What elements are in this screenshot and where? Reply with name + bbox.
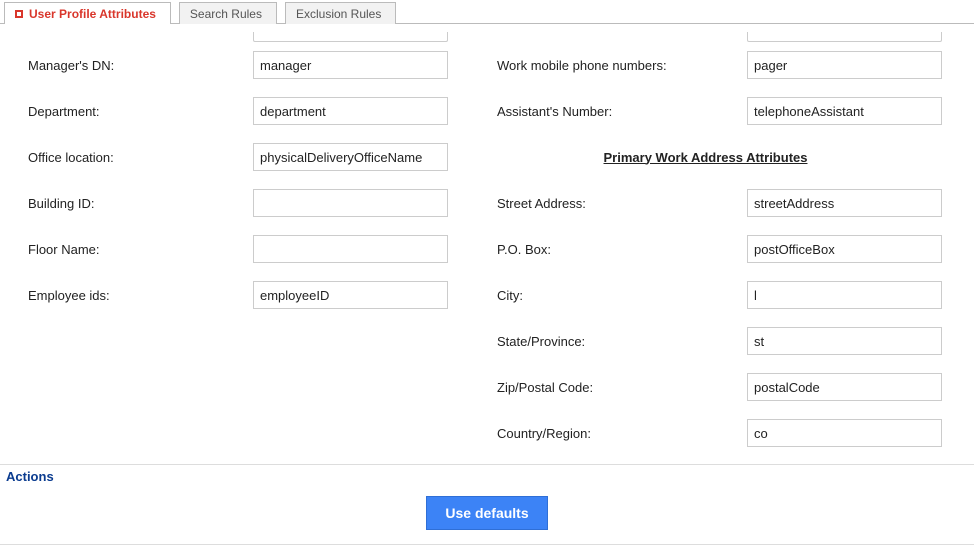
input-po-box[interactable] [747,235,942,263]
left-column: Manager's DN: Department: Office locatio… [0,42,487,456]
active-tab-marker-icon [15,10,23,18]
input-office-location[interactable] [253,143,448,171]
form-content: Manager's DN: Department: Office locatio… [0,24,974,456]
input-managers-dn[interactable] [253,51,448,79]
input-building-id[interactable] [253,189,448,217]
input-assistant-number[interactable] [747,97,942,125]
tab-exclusion-rules[interactable]: Exclusion Rules [285,2,396,24]
label-assistant-number: Assistant's Number: [497,104,747,119]
input-country[interactable] [747,419,942,447]
label-country: Country/Region: [497,426,747,441]
input-employee-ids[interactable] [253,281,448,309]
label-office-location: Office location: [28,150,253,165]
label-work-mobile: Work mobile phone numbers: [497,58,747,73]
label-department: Department: [28,104,253,119]
label-state: State/Province: [497,334,747,349]
tab-bar: User Profile Attributes Search Rules Exc… [0,0,974,24]
input-floor-name[interactable] [253,235,448,263]
input-city[interactable] [747,281,942,309]
label-managers-dn: Manager's DN: [28,58,253,73]
tab-label: Search Rules [190,6,262,22]
tab-user-profile-attributes[interactable]: User Profile Attributes [4,2,171,24]
actions-heading: Actions [0,465,974,484]
actions-bar: Use defaults [0,484,974,536]
input-zip[interactable] [747,373,942,401]
input-street-address[interactable] [747,189,942,217]
label-po-box: P.O. Box: [497,242,747,257]
input-department[interactable] [253,97,448,125]
tab-search-rules[interactable]: Search Rules [179,2,277,24]
label-employee-ids: Employee ids: [28,288,253,303]
right-column: Work mobile phone numbers: Assistant's N… [487,42,974,456]
use-defaults-button[interactable]: Use defaults [426,496,547,530]
label-zip: Zip/Postal Code: [497,380,747,395]
label-street-address: Street Address: [497,196,747,211]
label-building-id: Building ID: [28,196,253,211]
label-floor-name: Floor Name: [28,242,253,257]
cutoff-input-right[interactable] [747,32,942,42]
label-city: City: [497,288,747,303]
cutoff-input-left[interactable] [253,32,448,42]
tab-label: Exclusion Rules [296,6,381,22]
tab-label: User Profile Attributes [29,6,156,22]
section-title-primary-work-address: Primary Work Address Attributes [497,134,974,180]
input-state[interactable] [747,327,942,355]
input-work-mobile[interactable] [747,51,942,79]
